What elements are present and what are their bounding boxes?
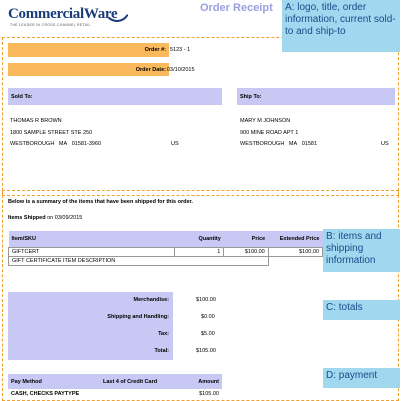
- sold-to-name: THOMAS R BROWN: [10, 118, 62, 124]
- pay-amount: $105.00: [199, 390, 219, 397]
- ship-to-name: MARY M JOHNSON: [240, 118, 291, 124]
- col-quantity: Quantity: [174, 231, 224, 247]
- company-logo: CommercialWare THE LEADER IN CROSS-CHANN…: [8, 6, 160, 30]
- items-shipped-label: Items Shipped: [8, 215, 46, 221]
- item-description: GIFT CERTIFICATE ITEM DESCRIPTION: [8, 255, 269, 266]
- shipping-label: Shipping and Handling:: [107, 314, 169, 320]
- merchandise-label: Merchandise:: [133, 297, 169, 303]
- annotation-c: C: totals: [323, 300, 400, 320]
- sold-to-zip: 01581-3960: [71, 141, 102, 147]
- total-label: Total:: [154, 348, 169, 354]
- page-title: Order Receipt: [200, 2, 273, 14]
- item-price: $100.00: [223, 246, 269, 257]
- ship-to-city: WESTBOROUGH: [240, 141, 285, 147]
- annotation-b: B: items and shipping information: [323, 229, 400, 272]
- ship-to-country: US: [381, 141, 389, 147]
- sold-to-label: Sold To:: [11, 94, 33, 100]
- order-date-label: Order Date:: [135, 67, 166, 73]
- logo-wordmark: CommercialWare: [8, 6, 118, 22]
- col-pay-method: Pay Method: [8, 374, 100, 389]
- col-last4: Last 4 of Credit Card: [100, 374, 182, 389]
- table-row: GIFTCERT 1 $100.00 $100.00: [8, 246, 324, 257]
- items-shipped-on: on: [47, 215, 54, 221]
- sold-to-header: [8, 88, 222, 105]
- pay-method: CASH, CHECKS PAYTYPE: [11, 390, 80, 397]
- total-value: $105.00: [196, 348, 216, 354]
- sold-to-address: THOMAS R BROWN 1800 SAMPLE STREET STE 25…: [10, 116, 220, 151]
- items-table: Item/SKU Quantity Price Extended Price G…: [8, 231, 324, 266]
- col-extended-price: Extended Price: [268, 231, 323, 247]
- items-shipped-date: 03/09/2015: [54, 215, 83, 221]
- pay-last4: [100, 389, 182, 398]
- item-sku: GIFTCERT: [8, 246, 175, 257]
- ship-to-state: MA: [288, 141, 298, 147]
- table-row: CASH, CHECKS PAYTYPE $105.00: [8, 389, 222, 398]
- logo-tagline: THE LEADER IN CROSS-CHANNEL RETAIL: [10, 23, 91, 27]
- merchandise-value: $100.00: [196, 297, 216, 303]
- item-qty: 1: [173, 246, 225, 257]
- sold-to-city: WESTBOROUGH: [10, 141, 55, 147]
- order-number-value: 5123 - 1: [170, 47, 191, 53]
- sold-to-country: US: [171, 141, 179, 147]
- col-price: Price: [223, 231, 269, 247]
- sold-to-state: MA: [58, 141, 68, 147]
- shipping-value: $0.00: [201, 314, 215, 320]
- ship-to-label: Ship To:: [240, 94, 262, 100]
- tax-value: $5.00: [201, 331, 215, 337]
- tax-label: Tax:: [158, 331, 169, 337]
- order-number-label: Order #:: [144, 47, 166, 53]
- payment-table: Pay Method Last 4 of Credit Card Amount …: [8, 374, 222, 398]
- summary-note: Below is a summary of the items that hav…: [8, 199, 193, 205]
- order-date-value: 03/10/2015: [167, 67, 195, 73]
- ship-to-address: MARY M JOHNSON 900 MINE ROAD APT 1 WESTB…: [240, 116, 395, 151]
- item-ext-price: $100.00: [267, 246, 324, 257]
- sold-to-street: 1800 SAMPLE STREET STE 250: [10, 129, 93, 136]
- annotation-d: D: payment: [323, 368, 400, 388]
- annotation-a: A: logo, title, order information, curre…: [282, 0, 400, 52]
- ship-to-zip: 01581: [301, 141, 318, 147]
- col-amount: Amount: [182, 374, 222, 389]
- table-row: GIFT CERTIFICATE ITEM DESCRIPTION: [8, 255, 323, 266]
- ship-to-street: 900 MINE ROAD APT 1: [240, 129, 299, 136]
- items-shipped-line: Items Shipped on 03/09/2015: [8, 215, 82, 221]
- col-item-sku: Item/SKU: [8, 231, 175, 247]
